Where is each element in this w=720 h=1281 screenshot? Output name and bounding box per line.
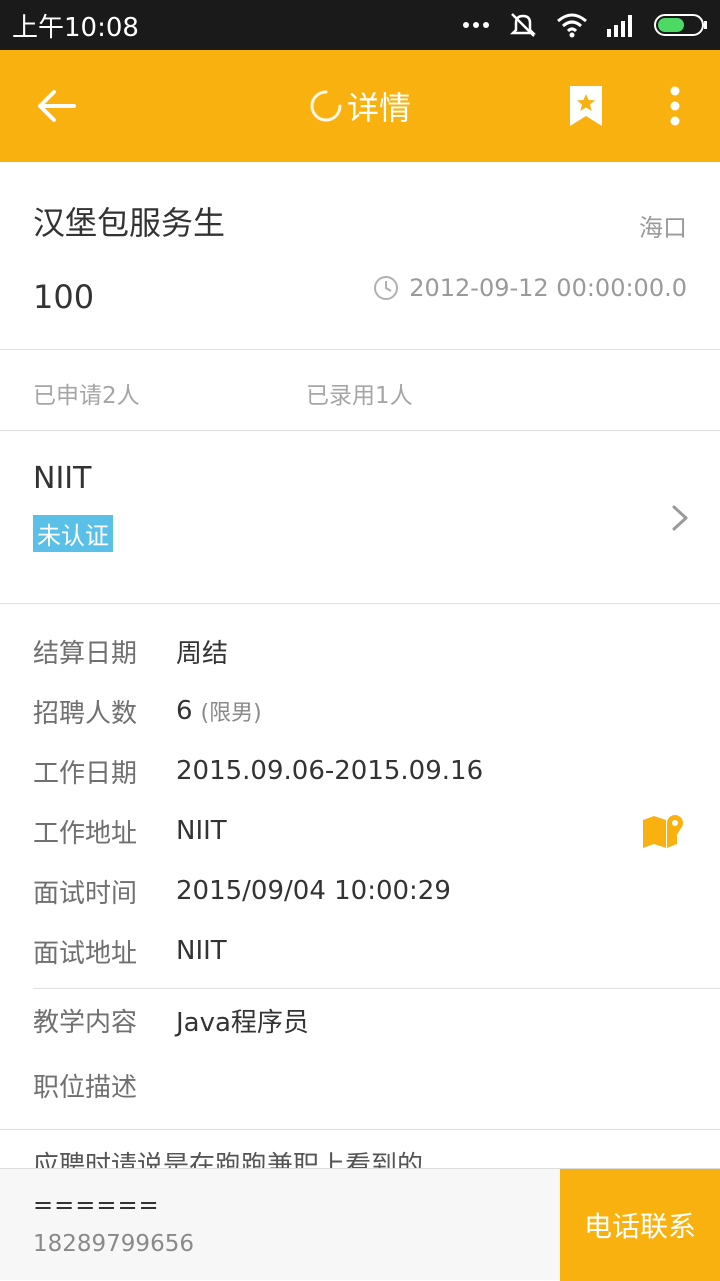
divider <box>0 349 720 350</box>
back-button[interactable] <box>30 80 82 132</box>
loading-spinner-icon <box>310 90 342 122</box>
detail-label: 面试时间 <box>33 878 138 909</box>
map-button[interactable] <box>640 812 686 852</box>
detail-label: 招聘人数 <box>33 698 138 729</box>
battery-icon <box>654 14 707 36</box>
status-bar: 上午10:08 <box>0 0 720 50</box>
company-name: NIIT <box>33 461 92 496</box>
status-icons <box>462 10 708 40</box>
back-arrow-icon <box>38 90 76 122</box>
job-salary: 100 <box>33 278 95 316</box>
detail-value: NIIT <box>176 936 227 966</box>
detail-row-work-date: 工作日期 2015.09.06-2015.09.16 <box>33 749 483 793</box>
detail-value: NIIT <box>176 816 227 846</box>
contact-phone: 18289799656 <box>33 1231 194 1257</box>
detail-value: 周结 <box>176 638 229 669</box>
detail-value: Java程序员 <box>176 1007 309 1038</box>
detail-label: 工作地址 <box>33 818 138 849</box>
status-time: 上午10:08 <box>12 12 139 43</box>
hired-count: 已录用1人 <box>306 383 413 409</box>
contact-bar: ====== 18289799656 电话联系 <box>0 1168 720 1281</box>
detail-label: 面试地址 <box>33 938 138 969</box>
more-vertical-icon <box>670 86 680 126</box>
detail-sub: (限男) <box>200 701 262 726</box>
detail-row-interview-address: 面试地址 NIIT <box>33 929 227 973</box>
detail-value: 2015/09/04 10:00:29 <box>176 876 451 906</box>
app-bar: 详情 <box>0 50 720 162</box>
detail-value: 2015.09.06-2015.09.16 <box>176 756 484 786</box>
more-options-button[interactable] <box>655 80 695 132</box>
job-title: 汉堡包服务生 <box>33 204 226 242</box>
detail-label: 工作日期 <box>33 758 138 789</box>
contact-name: ====== <box>33 1191 160 1219</box>
bookmark-star-icon <box>570 86 602 126</box>
call-button[interactable]: 电话联系 <box>560 1169 720 1281</box>
cert-status-badge: 未认证 <box>33 515 113 552</box>
detail-label: 结算日期 <box>33 638 138 669</box>
bookmark-button[interactable] <box>563 80 609 132</box>
job-city: 海口 <box>639 214 687 242</box>
applied-count: 已申请2人 <box>33 383 140 409</box>
detail-row-interview-time: 面试时间 2015/09/04 10:00:29 <box>33 869 451 913</box>
signal-icon <box>607 15 632 37</box>
detail-row-description: 职位描述 <box>33 1063 176 1107</box>
mute-icon <box>509 13 537 37</box>
job-date: 2012-09-12 00:00:00.0 <box>373 274 687 302</box>
detail-row-headcount: 招聘人数 6 (限男) <box>33 689 262 733</box>
more-dots-icon <box>463 22 489 28</box>
detail-row-teaching: 教学内容 Java程序员 <box>33 998 309 1042</box>
divider <box>0 1129 720 1130</box>
page-title: 详情 <box>346 89 411 127</box>
app-title-wrap: 详情 <box>0 50 720 162</box>
wifi-icon <box>557 13 587 38</box>
company-row[interactable]: NIIT 未认证 <box>0 431 720 603</box>
detail-row-work-address: 工作地址 NIIT <box>33 809 227 853</box>
detail-label: 教学内容 <box>33 1007 138 1038</box>
job-date-text: 2012-09-12 00:00:00.0 <box>409 274 687 302</box>
clock-icon <box>374 276 399 300</box>
detail-row-settlement: 结算日期 周结 <box>33 629 228 673</box>
divider <box>33 988 720 989</box>
chevron-right-icon <box>672 505 688 531</box>
map-pin-icon <box>643 815 683 848</box>
divider <box>0 603 720 604</box>
detail-label: 职位描述 <box>33 1072 138 1103</box>
detail-value: 6 <box>176 696 193 726</box>
